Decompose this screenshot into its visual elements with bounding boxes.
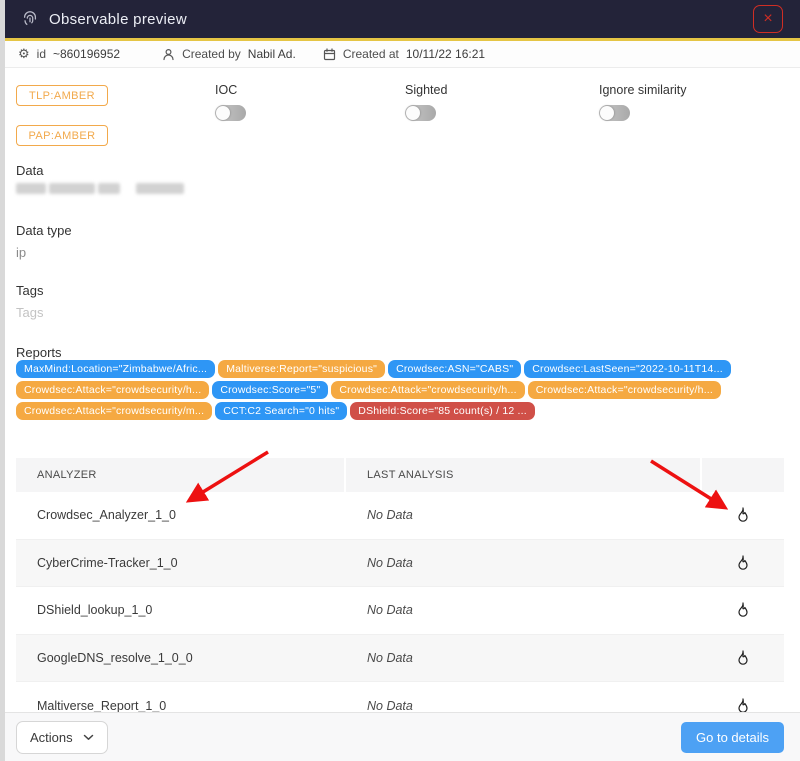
tlp-badge[interactable]: TLP:AMBER <box>16 85 108 106</box>
report-chip[interactable]: Crowdsec:Score="5" <box>212 381 328 399</box>
report-chip[interactable]: DShield:Score="85 count(s) / 12 ... <box>350 402 535 420</box>
run-analyzer-flame-icon[interactable] <box>702 697 784 712</box>
run-analyzer-flame-icon[interactable] <box>702 649 784 667</box>
meta-created-by: Created by Nabil Ad. <box>162 47 296 61</box>
observable-preview-modal: Observable preview × ⚙ id ~860196952 Cre… <box>0 0 800 761</box>
created-at-value: 10/11/22 16:21 <box>406 47 485 61</box>
created-by-value: Nabil Ad. <box>248 47 296 61</box>
report-chips: MaxMind:Location="Zimbabwe/Afric...Malti… <box>16 360 786 420</box>
meta-bar: ⚙ id ~860196952 Created by Nabil Ad. <box>0 41 800 68</box>
column-header-actions <box>702 458 784 492</box>
analyzer-table-header: ANALYZER LAST ANALYSIS <box>16 458 784 492</box>
calendar-icon <box>323 48 336 61</box>
report-chip[interactable]: Crowdsec:LastSeen="2022-10-11T14... <box>524 360 731 378</box>
last-analysis-value: No Data <box>346 556 702 570</box>
close-button[interactable]: × <box>753 5 783 33</box>
meta-id: ⚙ id ~860196952 <box>18 47 120 61</box>
report-chip[interactable]: Crowdsec:ASN="CABS" <box>388 360 521 378</box>
id-label: id <box>37 47 46 61</box>
accent-divider <box>0 38 800 41</box>
data-type-value: ip <box>16 245 26 260</box>
last-analysis-value: No Data <box>346 603 702 617</box>
reports-label: Reports <box>16 345 62 360</box>
pap-badge[interactable]: PAP:AMBER <box>16 125 108 146</box>
analyzer-name: Maltiverse_Report_1_0 <box>16 699 346 712</box>
page-edge-gutter <box>0 0 5 761</box>
created-by-label: Created by <box>182 47 241 61</box>
actions-button-label: Actions <box>30 730 73 745</box>
sighted-toggle-group: Sighted <box>405 83 447 121</box>
go-to-details-button[interactable]: Go to details <box>681 722 784 753</box>
tags-label: Tags <box>16 283 43 298</box>
run-analyzer-flame-icon[interactable] <box>702 554 784 572</box>
report-chip[interactable]: Crowdsec:Attack="crowdsecurity/m... <box>16 402 212 420</box>
table-row: Maltiverse_Report_1_0No Data <box>16 682 784 712</box>
last-analysis-value: No Data <box>346 508 702 522</box>
report-chip[interactable]: MaxMind:Location="Zimbabwe/Afric... <box>16 360 215 378</box>
analyzer-table: ANALYZER LAST ANALYSIS Crowdsec_Analyzer… <box>16 458 784 712</box>
sighted-label: Sighted <box>405 83 447 97</box>
ioc-toggle[interactable] <box>215 105 246 121</box>
run-analyzer-flame-icon[interactable] <box>702 601 784 619</box>
modal-title: Observable preview <box>49 11 187 28</box>
actions-button[interactable]: Actions <box>16 721 108 754</box>
analyzer-name: GoogleDNS_resolve_1_0_0 <box>16 651 346 665</box>
analyzer-name: DShield_lookup_1_0 <box>16 603 346 617</box>
person-icon <box>162 48 175 61</box>
ioc-toggle-group: IOC <box>215 83 246 121</box>
analyzer-table-body: Crowdsec_Analyzer_1_0No Data CyberCrime-… <box>16 492 784 712</box>
run-analyzer-flame-icon[interactable] <box>702 506 784 524</box>
modal-titlebar: Observable preview × <box>0 0 800 38</box>
table-row: Crowdsec_Analyzer_1_0No Data <box>16 492 784 540</box>
chevron-down-icon <box>83 734 94 741</box>
sighted-toggle[interactable] <box>405 105 436 121</box>
data-value-redacted <box>16 183 184 194</box>
gear-icon: ⚙ <box>18 48 30 61</box>
report-chip[interactable]: Crowdsec:Attack="crowdsecurity/h... <box>528 381 721 399</box>
table-row: CyberCrime-Tracker_1_0No Data <box>16 540 784 588</box>
ignore-similarity-toggle[interactable] <box>599 105 630 121</box>
table-row: GoogleDNS_resolve_1_0_0No Data <box>16 635 784 683</box>
analyzer-name: Crowdsec_Analyzer_1_0 <box>16 508 346 522</box>
analyzer-name: CyberCrime-Tracker_1_0 <box>16 556 346 570</box>
data-type-label: Data type <box>16 223 72 238</box>
id-value: ~860196952 <box>53 47 120 61</box>
ignore-similarity-toggle-group: Ignore similarity <box>599 83 687 121</box>
modal-footer: Actions Go to details <box>0 712 800 761</box>
tags-input[interactable]: Tags <box>16 305 43 320</box>
last-analysis-value: No Data <box>346 651 702 665</box>
column-header-analyzer: ANALYZER <box>16 458 346 492</box>
close-icon: × <box>763 11 772 27</box>
fingerprint-icon <box>21 10 39 28</box>
data-label: Data <box>16 163 43 178</box>
column-header-last-analysis: LAST ANALYSIS <box>346 458 702 492</box>
last-analysis-value: No Data <box>346 699 702 712</box>
report-chip[interactable]: Crowdsec:Attack="crowdsecurity/h... <box>331 381 524 399</box>
meta-created-at: Created at 10/11/22 16:21 <box>323 47 485 61</box>
report-chip[interactable]: Crowdsec:Attack="crowdsecurity/h... <box>16 381 209 399</box>
created-at-label: Created at <box>343 47 399 61</box>
table-row: DShield_lookup_1_0No Data <box>16 587 784 635</box>
ioc-label: IOC <box>215 83 246 97</box>
ignore-similarity-label: Ignore similarity <box>599 83 687 97</box>
report-chip[interactable]: Maltiverse:Report="suspicious" <box>218 360 385 378</box>
report-chip[interactable]: CCT:C2 Search="0 hits" <box>215 402 347 420</box>
